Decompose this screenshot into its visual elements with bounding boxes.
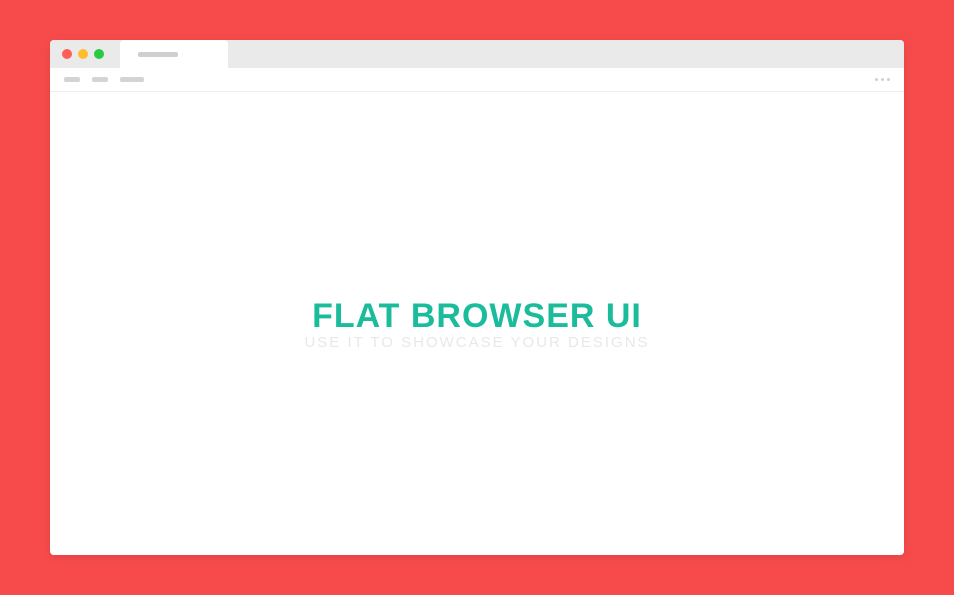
tab-title-placeholder <box>138 52 178 57</box>
back-button[interactable] <box>64 77 80 82</box>
menu-dot-icon <box>881 78 884 81</box>
browser-tab[interactable] <box>120 40 228 68</box>
traffic-lights <box>62 49 104 59</box>
browser-window: FLAT BROWSER UI USE IT TO SHOWCASE YOUR … <box>50 40 904 555</box>
forward-button[interactable] <box>92 77 108 82</box>
menu-button[interactable] <box>875 78 890 81</box>
reload-button[interactable] <box>120 77 144 82</box>
page-content: FLAT BROWSER UI USE IT TO SHOWCASE YOUR … <box>50 92 904 555</box>
hero-subtitle: USE IT TO SHOWCASE YOUR DESIGNS <box>304 334 649 351</box>
maximize-button[interactable] <box>94 49 104 59</box>
nav-controls <box>64 77 144 82</box>
browser-toolbar <box>50 68 904 92</box>
browser-tabbar <box>50 40 904 68</box>
menu-dot-icon <box>875 78 878 81</box>
minimize-button[interactable] <box>78 49 88 59</box>
hero-title: FLAT BROWSER UI <box>312 297 642 336</box>
close-button[interactable] <box>62 49 72 59</box>
menu-dot-icon <box>887 78 890 81</box>
